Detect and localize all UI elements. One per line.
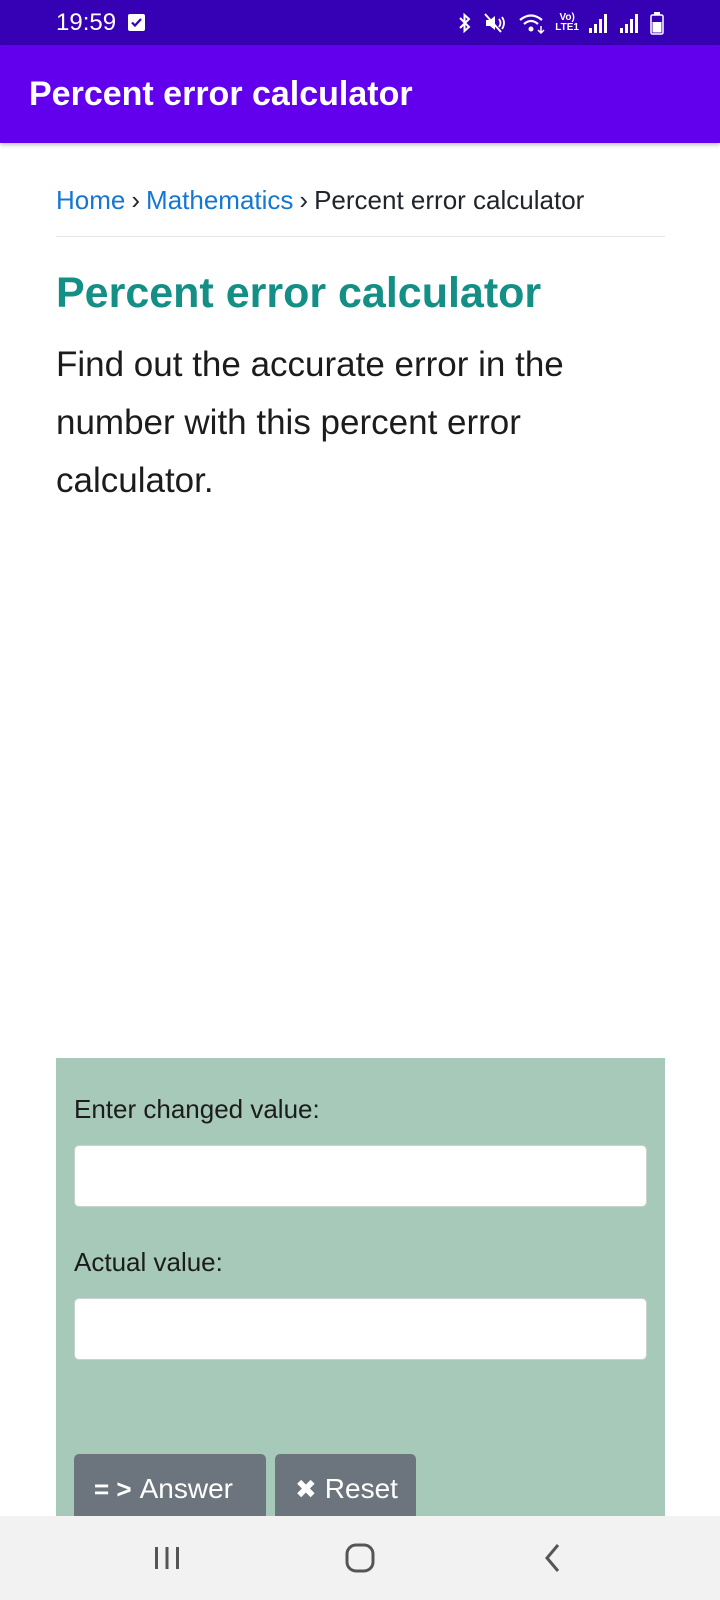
status-bar: 19:59 Vo) LTE1 bbox=[0, 0, 720, 45]
reset-button[interactable]: ✖ Reset bbox=[275, 1454, 416, 1524]
changed-value-input[interactable] bbox=[74, 1145, 647, 1207]
wifi-icon bbox=[518, 12, 546, 34]
bluetooth-icon bbox=[456, 12, 474, 34]
status-time: 19:59 bbox=[56, 8, 117, 36]
recent-apps-icon[interactable] bbox=[127, 1528, 207, 1588]
network-type: Vo) LTE1 bbox=[555, 12, 579, 33]
breadcrumb-separator: › bbox=[131, 185, 141, 215]
main-content: Home › Mathematics › Percent error calculato… bbox=[56, 143, 665, 510]
page-title: Percent error calculator bbox=[56, 269, 542, 317]
status-icons: Vo) LTE1 bbox=[456, 11, 664, 35]
navigation-bar bbox=[0, 1516, 720, 1600]
battery-icon bbox=[650, 11, 664, 35]
reset-button-label: Reset bbox=[324, 1473, 398, 1504]
calculator-panel: Enter changed value: Actual value: = > A… bbox=[56, 1058, 665, 1524]
answer-button[interactable]: = > Answer bbox=[74, 1454, 266, 1524]
app-bar: Percent error calculator bbox=[0, 45, 720, 143]
breadcrumb-mathematics-link[interactable]: Mathematics bbox=[146, 185, 293, 215]
signal-icon bbox=[619, 12, 641, 34]
actual-value-label: Actual value: bbox=[74, 1247, 223, 1277]
breadcrumb-current: Percent error calculator bbox=[314, 185, 585, 215]
page-description: Find out the accurate error in the numbe… bbox=[56, 345, 564, 500]
breadcrumb: Home › Mathematics › Percent error calculato… bbox=[56, 185, 665, 237]
breadcrumb-home-link[interactable]: Home bbox=[56, 185, 125, 215]
home-icon[interactable] bbox=[320, 1528, 400, 1588]
check-box-icon bbox=[128, 14, 146, 31]
back-icon[interactable] bbox=[513, 1528, 593, 1588]
actual-value-input[interactable] bbox=[74, 1298, 647, 1360]
changed-value-label: Enter changed value: bbox=[74, 1094, 320, 1124]
mute-icon bbox=[483, 12, 509, 34]
signal-icon bbox=[588, 12, 610, 34]
button-row: = > Answer ✖ Reset bbox=[74, 1454, 647, 1524]
arrow-icon: = > bbox=[94, 1473, 132, 1504]
app-title: Percent error calculator bbox=[29, 74, 413, 113]
answer-button-label: Answer bbox=[139, 1473, 233, 1504]
close-icon: ✖ bbox=[295, 1473, 317, 1504]
network-label-bottom: LTE1 bbox=[555, 21, 579, 33]
status-left: 19:59 bbox=[56, 8, 146, 37]
breadcrumb-separator: › bbox=[299, 185, 309, 215]
